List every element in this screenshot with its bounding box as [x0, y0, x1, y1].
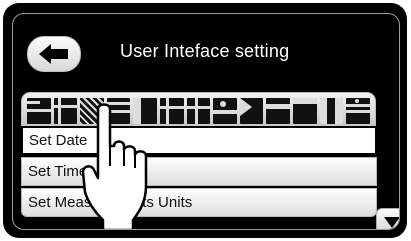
- language-flag-bar: [21, 92, 376, 128]
- arrow-left-icon: [39, 44, 68, 64]
- language-flag-icon[interactable]: [53, 98, 78, 124]
- pointing-hand-icon: [81, 103, 148, 229]
- back-button[interactable]: [27, 36, 81, 72]
- language-flag-icon[interactable]: [266, 98, 291, 124]
- language-flag-icon[interactable]: [160, 98, 184, 124]
- menu-item-label: Set Date: [29, 132, 88, 149]
- language-flag-icon[interactable]: [213, 98, 237, 124]
- menu-item-set-date[interactable]: Set Date: [21, 126, 377, 155]
- triangle-down-icon: [384, 217, 399, 228]
- page-title: User Inteface setting: [120, 41, 290, 61]
- menu-item-set-measurements-units[interactable]: Set Measurements Units: [21, 188, 377, 217]
- language-flag-icon[interactable]: [239, 98, 264, 124]
- device-bezel: User Inteface setting Set Date Set Time …: [3, 3, 407, 238]
- language-flag-icon[interactable]: [186, 98, 211, 124]
- language-flag-icon[interactable]: [346, 98, 370, 124]
- menu-item-label: Set Time: [28, 163, 88, 180]
- menu-item-set-time[interactable]: Set Time: [21, 157, 377, 186]
- language-flag-icon[interactable]: [293, 98, 317, 124]
- language-flag-icon[interactable]: [27, 98, 51, 124]
- touch-screen: User Inteface setting Set Date Set Time …: [12, 13, 400, 230]
- settings-menu: Set Date Set Time Set Measurements Units: [21, 126, 377, 219]
- scroll-down-button[interactable]: [376, 208, 399, 229]
- language-flag-icon[interactable]: [319, 98, 344, 124]
